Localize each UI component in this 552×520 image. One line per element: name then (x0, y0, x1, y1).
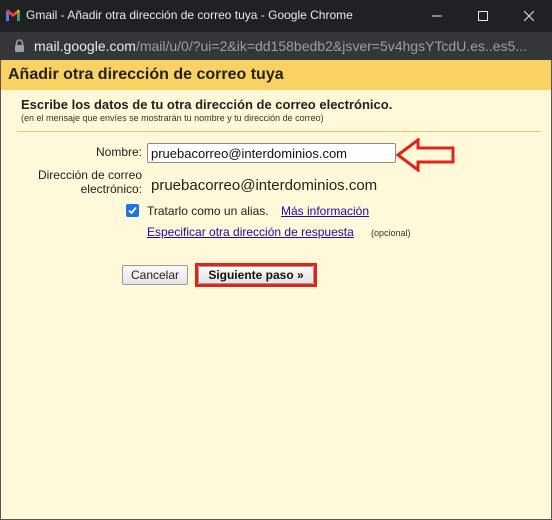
window-titlebar: Gmail - Añadir otra dirección de correo … (0, 0, 552, 32)
gmail-logo-icon (6, 9, 20, 21)
checkmark-icon (128, 206, 137, 215)
dialog-title: Añadir otra dirección de correo tuya (8, 66, 284, 83)
alias-checkbox[interactable] (126, 204, 139, 217)
form-heading: Escribe los datos de tu otra dirección d… (21, 97, 393, 112)
window-border-left (0, 60, 1, 520)
address-label: Dirección de correo electrónico: (37, 168, 142, 196)
alias-label[interactable]: Tratarlo como un alias. (147, 204, 269, 218)
maximize-button[interactable] (460, 0, 506, 32)
url-path: /mail/u/0/?ui=2&ik=dd158bedb2&jsver=5v4h… (135, 38, 528, 54)
address-value: pruebacorreo@interdominios.com (151, 177, 378, 194)
minimize-icon (432, 15, 442, 17)
dialog-content: Añadir otra dirección de correo tuya Esc… (1, 60, 551, 519)
name-label: Nombre: (95, 145, 142, 159)
name-input[interactable] (147, 143, 396, 163)
optional-label: (opcional) (371, 228, 411, 238)
next-step-button[interactable]: Siguiente paso » (198, 266, 314, 284)
url-host: mail.google.com (34, 38, 136, 54)
maximize-icon (478, 11, 488, 21)
arrow-annotation-icon (396, 138, 455, 172)
lock-icon (15, 39, 24, 52)
divider (17, 131, 541, 132)
url-text[interactable]: mail.google.com/mail/u/0/?ui=2&ik=dd158b… (34, 38, 544, 54)
reply-address-link[interactable]: Especificar otra dirección de respuesta (147, 225, 354, 239)
dialog-header: Añadir otra dirección de correo tuya (1, 60, 551, 90)
form-subheading: (en el mensaje que envíes se mostrarán t… (21, 113, 324, 123)
window-title: Gmail - Añadir otra dirección de correo … (26, 8, 353, 22)
address-bar[interactable]: mail.google.com/mail/u/0/?ui=2&ik=dd158b… (0, 32, 552, 60)
close-window-button[interactable] (506, 0, 552, 32)
close-icon (524, 11, 534, 21)
minimize-button[interactable] (414, 0, 460, 32)
cancel-button[interactable]: Cancelar (122, 265, 188, 285)
more-info-link[interactable]: Más información (281, 204, 369, 218)
